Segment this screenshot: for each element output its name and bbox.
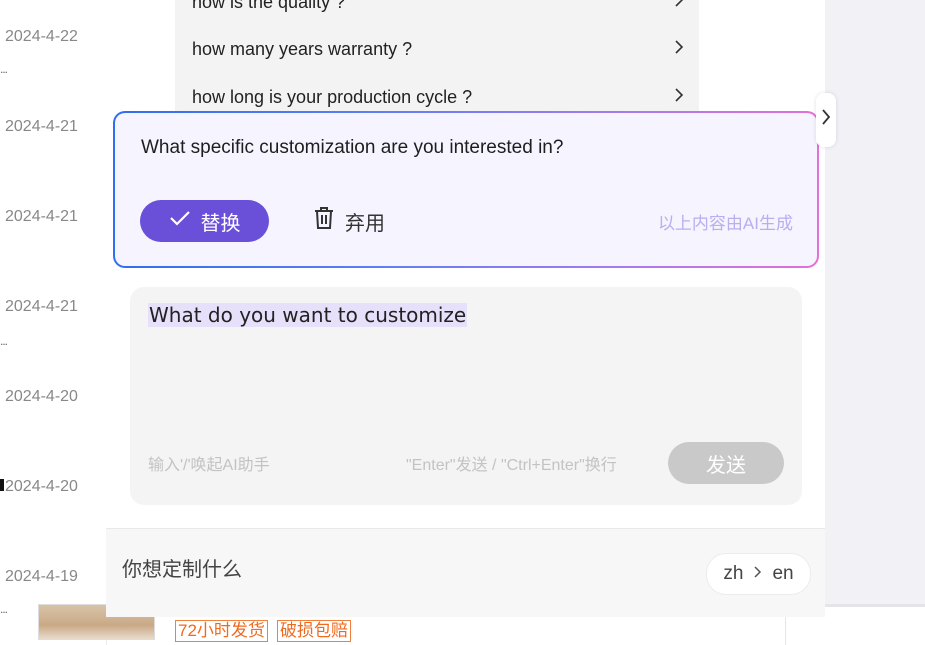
unread-marker [0,479,4,491]
translation-text: 你想定制什么 [122,559,242,581]
replace-button-label: 替换 [200,212,241,235]
ai-suggestion-text: What specific customization are you inte… [141,137,564,158]
faq-question: how is the quality ? [192,0,346,12]
source-language: zh [723,563,744,584]
trash-icon [313,206,335,236]
faq-item[interactable]: how is the quality ? [192,0,685,17]
divider [785,616,786,645]
conversation-date: 2024-4-21 [5,298,78,315]
target-language: en [772,563,794,584]
chevron-right-icon [753,563,762,585]
translation-bar: 你想定制什么 zh en [106,528,825,617]
faq-card: how is the quality ? how many years warr… [175,0,699,120]
collapse-toggle-button[interactable] [816,93,836,147]
conversation-date-list: 2024-4-22 ... 2024-4-21 2024-4-21 2024-4… [0,0,107,645]
message-input[interactable]: What do you want to customize 输入'/'唤起AI助… [130,287,802,505]
discard-button[interactable]: 弃用 [313,200,385,242]
right-panel-background [825,0,925,605]
conversation-date: 2024-4-20 [5,478,78,495]
damage-guarantee-tag: 破损包赔 [277,620,351,642]
shipping-tag: 72小时发货 [175,620,268,642]
replace-button[interactable]: 替换 [140,200,269,242]
message-input-value[interactable]: What do you want to customize [148,303,468,327]
chevron-right-icon [673,0,685,13]
chevron-right-icon [673,87,685,108]
discard-button-label: 弃用 [345,212,385,235]
conversation-date: 2024-4-21 [5,208,78,225]
chevron-right-icon [673,39,685,60]
send-button[interactable]: 发送 [668,442,784,484]
preview-ellipsis: ... [0,334,8,348]
faq-question: how many years warranty ? [192,38,413,59]
language-switch-button[interactable]: zh en [706,553,811,595]
ai-suggestion-body: What specific customization are you inte… [115,113,817,266]
shortcut-hint: "Enter"发送 / "Ctrl+Enter"换行 [406,457,617,474]
faq-item[interactable]: how many years warranty ? [192,34,685,64]
conversation-date: 2024-4-21 [5,118,78,135]
ai-suggestion-popover: What specific customization are you inte… [113,111,819,268]
ai-generated-note: 以上内容由AI生成 [657,214,793,233]
ai-assistant-hint: 输入'/'唤起AI助手 [148,457,270,474]
conversation-date: 2024-4-22 [5,28,78,45]
conversation-date: 2024-4-19 [5,568,78,585]
preview-ellipsis: ... [0,62,8,76]
chevron-right-icon [821,108,831,132]
preview-ellipsis: ... [0,602,8,616]
right-panel-divider [825,604,925,607]
faq-item[interactable]: how long is your production cycle ? [192,82,685,112]
faq-question: how long is your production cycle ? [192,86,473,107]
check-icon [169,209,191,233]
conversation-date: 2024-4-20 [5,388,78,405]
